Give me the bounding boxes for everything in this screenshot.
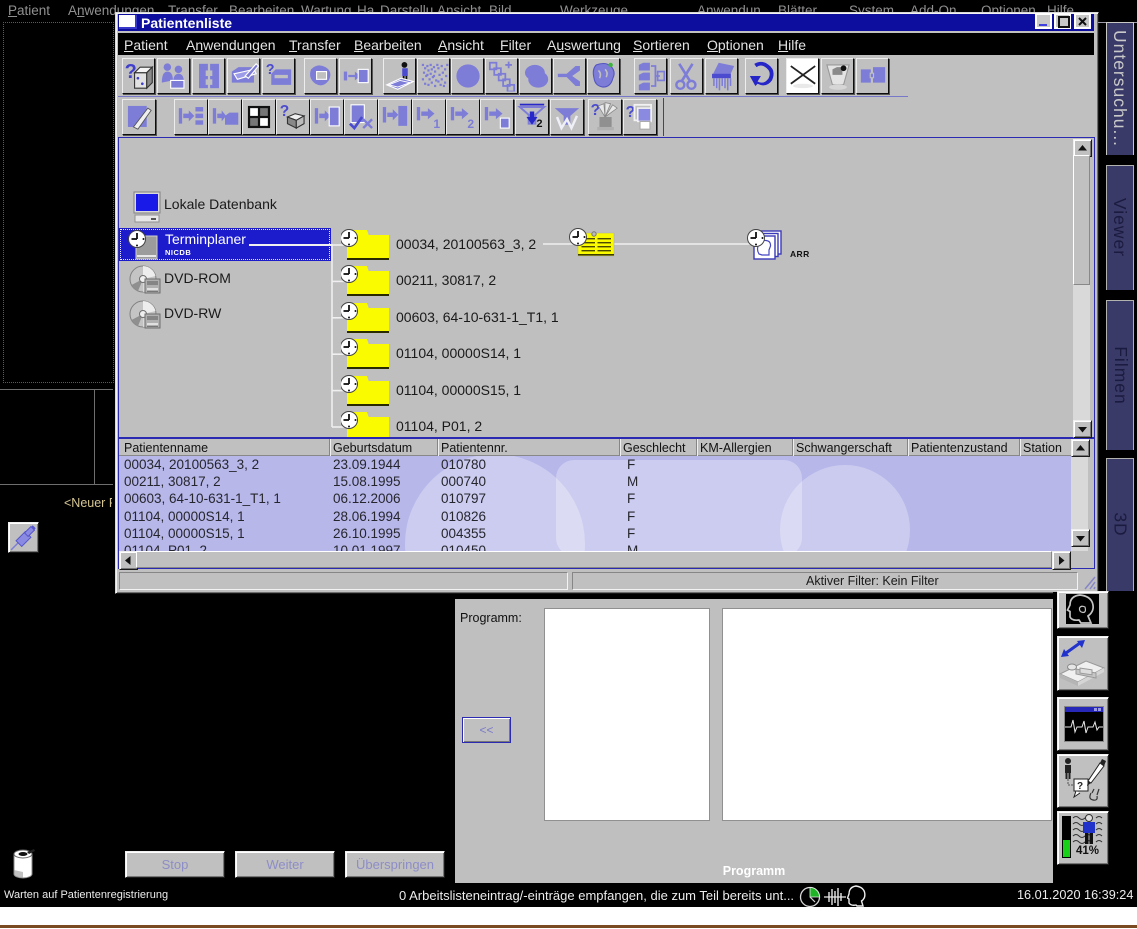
svg-text:?: ? [1077, 781, 1083, 792]
svg-text:2: 2 [536, 118, 542, 130]
svg-text:2: 2 [467, 117, 474, 131]
svg-text:?: ? [591, 102, 600, 119]
svg-text:1: 1 [433, 117, 440, 131]
